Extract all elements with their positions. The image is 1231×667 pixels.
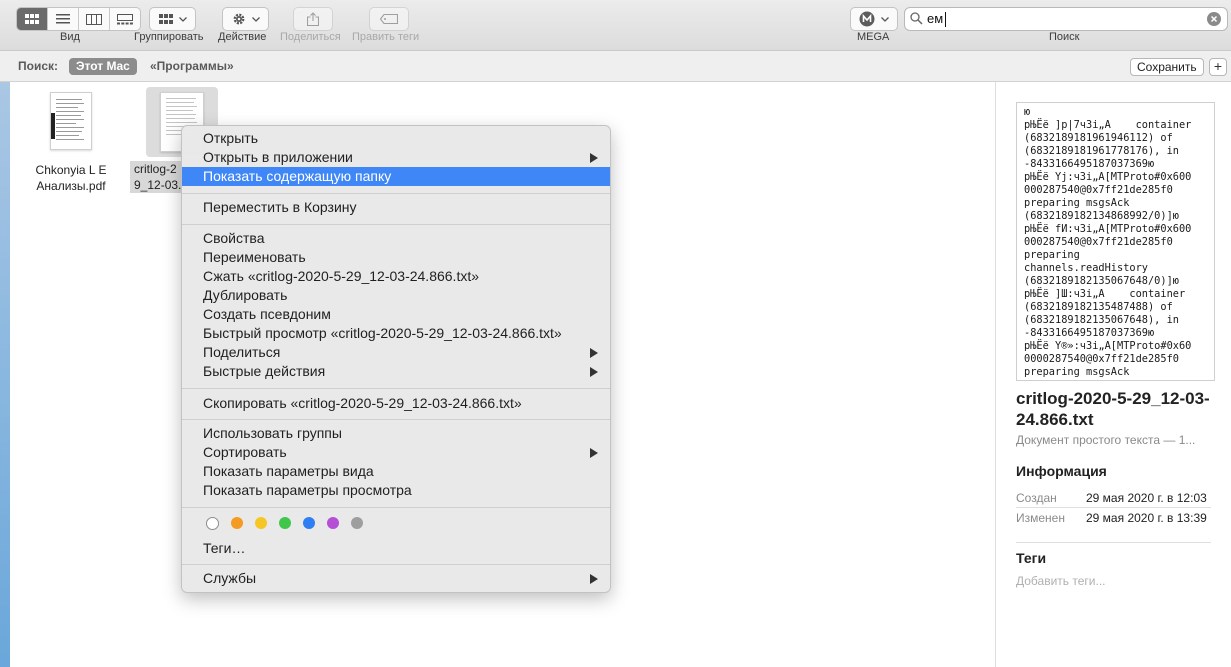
menu-item-copy[interactable]: Скопировать «critlog-2020-5-29_12-03-24.… [182,394,610,413]
mega-label: MEGA [857,31,890,43]
tag-gray-circle[interactable] [351,517,363,529]
file-name-label: Chkonyia L E Анализы.pdf [35,163,107,193]
tag-green-circle[interactable] [279,517,291,529]
submenu-arrow-icon [590,448,598,458]
gear-icon [233,13,244,25]
search-scope-bar: Поиск: Этот Mac «Программы» Сохранить + [0,51,1231,82]
edit-tags-button[interactable] [369,7,409,31]
menu-item-open-with[interactable]: Открыть в приложении [182,148,610,167]
tags-heading: Теги [1016,550,1047,566]
menu-separator [182,388,610,389]
preview-pane: ю рЊЁё ]р|7ч3i„A container (683218918196… [996,82,1231,667]
grid-icon [25,14,39,24]
submenu-arrow-icon [590,574,598,584]
pdf-thumbnail-icon [50,92,92,150]
menu-item-duplicate[interactable]: Дублировать [182,286,610,305]
tags-separator [1016,542,1211,543]
info-separator [1016,507,1211,508]
menu-item-quick-actions[interactable]: Быстрые действия [182,362,610,381]
menu-separator [182,419,610,420]
submenu-arrow-icon [590,153,598,163]
chevron-down-icon [178,16,187,22]
menu-separator [182,507,610,508]
tag-none-circle[interactable] [206,517,219,530]
share-icon [307,12,319,26]
modified-key: Изменен [1016,511,1065,525]
menu-separator [182,564,610,565]
modified-value: 29 мая 2020 г. в 13:39 [1086,511,1207,525]
scope-label: Поиск: [18,59,59,73]
list-icon [56,14,70,24]
submenu-arrow-icon [590,348,598,358]
menu-item-compress[interactable]: Сжать «critlog-2020-5-29_12-03-24.866.tx… [182,267,610,286]
file-item-pdf[interactable]: Chkonyia L E Анализы.pdf [28,90,114,193]
menu-item-rename[interactable]: Переименовать [182,248,610,267]
save-search-button[interactable]: Сохранить [1130,58,1204,76]
search-icon [910,12,923,25]
action-label: Действие [218,31,267,43]
menu-item-share[interactable]: Поделиться [182,343,610,362]
menu-separator [182,224,610,225]
created-key: Создан [1016,491,1057,505]
column-view-button[interactable] [79,8,110,30]
gallery-view-button[interactable] [110,8,140,30]
group-label: Группировать [134,31,204,43]
gallery-icon [117,13,133,24]
edit-tags-label: Править теги [352,31,420,43]
tag-purple-circle[interactable] [327,517,339,529]
add-tags-field[interactable]: Добавить теги... [1016,574,1105,588]
preview-text: ю рЊЁё ]р|7ч3i„A container (683218918196… [1024,106,1192,380]
share-button[interactable] [293,7,333,31]
menu-separator [182,193,610,194]
tag-icon [380,14,398,24]
tag-color-row [206,517,363,530]
menu-item-quick-look[interactable]: Быстрый просмотр «critlog-2020-5-29_12-0… [182,324,610,343]
list-view-button[interactable] [48,8,79,30]
clear-search-icon[interactable] [1207,12,1221,26]
menu-item-make-alias[interactable]: Создать псевдоним [182,305,610,324]
background-window-edge [0,82,10,667]
search-label: Поиск [1049,31,1080,43]
created-value: 29 мая 2020 г. в 12:03 [1086,491,1207,505]
preview-file-kind: Документ простого текста — 1... [1016,433,1196,447]
text-cursor [945,12,946,27]
mega-button[interactable] [850,7,898,31]
share-label: Поделиться [280,31,341,43]
view-mode-segment [16,7,141,31]
file-preview-thumbnail: ю рЊЁё ]р|7ч3i„A container (683218918196… [1016,102,1215,381]
scope-this-mac-button[interactable]: Этот Mac [69,58,137,75]
menu-item-show-enclosing-folder[interactable]: Показать содержащую папку [182,167,610,186]
menu-item-use-groups[interactable]: Использовать группы [182,424,610,443]
context-menu: Открыть Открыть в приложении Показать со… [181,125,611,593]
add-criteria-button[interactable]: + [1209,58,1227,76]
chevron-down-icon [881,16,889,22]
mega-logo-icon [859,11,875,27]
menu-item-sort-by[interactable]: Сортировать [182,443,610,462]
icon-view-button[interactable] [17,8,48,30]
menu-item-show-preview-options[interactable]: Показать параметры просмотра [182,481,610,500]
tag-blue-circle[interactable] [303,517,315,529]
scope-programs-button[interactable]: «Программы» [150,59,234,73]
menu-item-open[interactable]: Открыть [182,129,610,148]
tag-orange-circle[interactable] [231,517,243,529]
search-input[interactable]: ем [927,11,943,26]
columns-icon [86,13,102,25]
menu-item-services[interactable]: Службы [182,569,610,588]
finder-toolbar: Вид Группировать Действие Поделиться Пра… [0,0,1231,51]
tag-yellow-circle[interactable] [255,517,267,529]
info-heading: Информация [1016,463,1107,479]
action-button[interactable] [222,7,269,31]
grid-icon [158,14,173,24]
view-label: Вид [60,31,80,43]
group-button[interactable] [149,7,196,31]
search-field[interactable]: ем [904,7,1228,31]
menu-item-tags[interactable]: Теги… [182,539,610,558]
menu-item-get-info[interactable]: Свойства [182,229,610,248]
submenu-arrow-icon [590,367,598,377]
preview-file-title: critlog-2020-5-29_12-03-24.866.txt [1016,389,1210,429]
menu-item-show-view-options[interactable]: Показать параметры вида [182,462,610,481]
chevron-down-icon [251,16,260,22]
menu-item-move-to-trash[interactable]: Переместить в Корзину [182,198,610,217]
